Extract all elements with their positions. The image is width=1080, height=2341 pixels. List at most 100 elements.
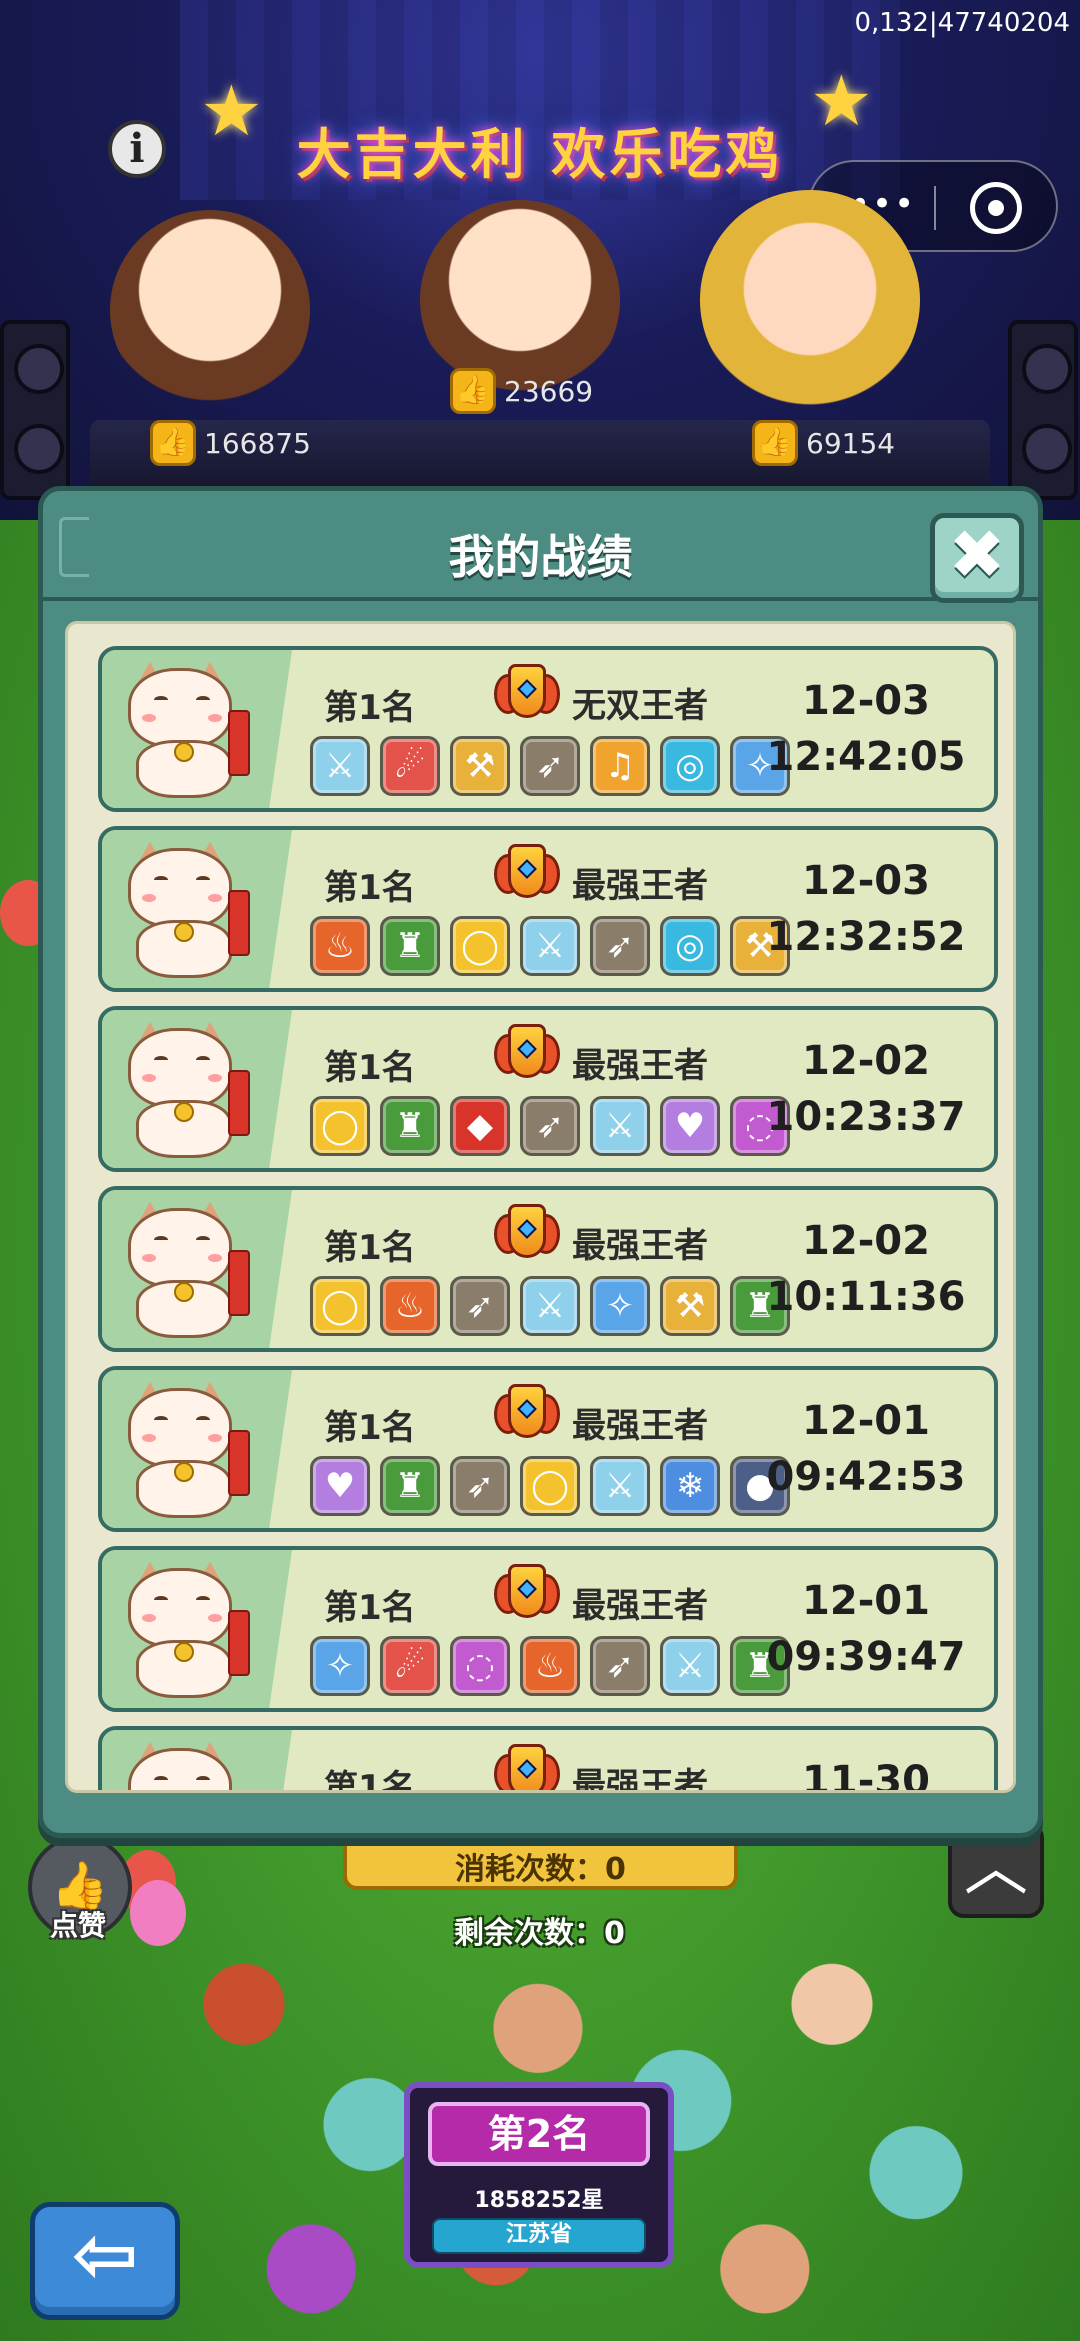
rank-board-province: 江苏省 [432,2218,646,2254]
remaining-count-label: 剩余次数：0 [454,1916,625,1951]
fire-armor-icon: ♨ [310,916,370,976]
record-date: 12-03 [802,678,930,724]
lucky-cat-avatar [116,1202,256,1340]
lucky-cat-avatar [116,1022,256,1160]
like-count: 69154 [806,426,896,460]
crossbow-icon: ➶ [450,1456,510,1516]
meteor-icon: ☄ [380,1636,440,1696]
lucky-cat-avatar [116,1562,256,1700]
crown-badge-icon [494,1740,560,1790]
star-icon: ★ [200,70,263,152]
records-scroll-area[interactable]: 第1名 无双王者 ⚔ ☄ ⚒ ➶ ♫ ◎ ✧ 12-03 12:42:05 第1名 最强王者… [65,621,1016,1793]
hammer-icon: ⚒ [450,736,510,796]
rank-board-stars: 1858252星 [474,2188,604,2213]
balloon [130,1880,186,1946]
record-rank: 第1名 [324,1048,416,1088]
lucky-cat-avatar [116,662,256,800]
rank-board-rank: 第2名 [428,2102,650,2166]
totem-icon: ♜ [380,1456,440,1516]
avatar[interactable] [700,190,920,410]
record-items: ♨ ♜ ◯ ⚔ ➶ ◎ ⚒ [310,916,790,976]
vortex-icon: ◎ [660,916,720,976]
golden-ring-icon: ◯ [520,1456,580,1516]
record-time: 09:42:53 [766,1454,966,1500]
record-items: ◯ ♨ ➶ ⚔ ✧ ⚒ ♜ [310,1276,790,1336]
sword-icon: ⚔ [520,1276,580,1336]
record-time: 12:42:05 [766,734,966,780]
like-count-box: 👍 23669 [450,366,593,416]
record-date: 12-02 [802,1038,930,1084]
dialog-header: 我的战绩 ✖ [43,491,1038,603]
capsule-divider [934,186,936,230]
avatar[interactable] [110,210,310,410]
vortex-icon: ◎ [660,736,720,796]
record-date: 12-02 [802,1218,930,1264]
record-row[interactable]: 第1名 最强王者 ✧ ☄ ◌ ♨ ➶ ⚔ ♜ 12-01 09:39:47 [98,1546,998,1712]
record-rank: 第1名 [324,1228,416,1268]
like-count-box: 👍 166875 [150,418,311,468]
fire-armor-icon: ♨ [380,1276,440,1336]
ice-dragon-icon: ❄ [660,1456,720,1516]
record-row[interactable]: 第1名 无双王者 ⚔ ☄ ⚒ ➶ ♫ ◎ ✧ 12-03 12:42:05 [98,646,998,812]
record-date: 11-30 [802,1758,930,1793]
record-time: 10:23:37 [766,1094,966,1140]
meteor-icon: ☄ [380,736,440,796]
crown-badge-icon [494,1380,560,1446]
close-button[interactable]: ✖ [930,513,1024,603]
record-items: ✧ ☄ ◌ ♨ ➶ ⚔ ♜ [310,1636,790,1696]
record-items: ⚔ ☄ ⚒ ➶ ♫ ◎ ✧ [310,736,790,796]
crossbow-icon: ➶ [450,1276,510,1336]
speaker-left [0,320,70,500]
red-crystal-icon: ◆ [450,1096,510,1156]
close-miniprogram-icon[interactable] [970,182,1022,234]
record-row[interactable]: 第1名 最强王者 ♥ ♜ ➶ ◯ ⚔ ❄ ● 12-01 09:42:53 [98,1366,998,1532]
back-button[interactable]: ⇦ [30,2202,180,2320]
thumbs-up-icon: 👍 [150,420,196,466]
golden-ring-icon: ◯ [450,916,510,976]
rank-board: 第2名 1858252星 江苏省 [404,2082,674,2268]
crossbow-icon: ➶ [520,736,580,796]
lucky-cat-avatar [116,1742,256,1790]
totem-icon: ♜ [380,1096,440,1156]
record-row[interactable]: 第1名 最强王者 ♨ ♜ ◯ ⚔ ➶ ◎ ⚒ 12-03 12:32:52 [98,826,998,992]
my-records-dialog: 我的战绩 ✖ 第1名 无双王者 ⚔ ☄ ⚒ ➶ ♫ ◎ ✧ 12-03 12:42:05 [38,486,1043,1838]
like-count: 23669 [504,374,594,408]
consume-count-bar: 消耗次数：0 [343,1830,738,1890]
pink-ring-icon: ◌ [450,1636,510,1696]
neon-title: 大吉大利 欢乐吃鸡 [296,123,784,186]
heart-spear-icon: ♥ [660,1096,720,1156]
horn-icon: ♫ [590,736,650,796]
arrow-left-icon: ⇦ [71,2208,139,2301]
record-title: 最强王者 [572,1046,708,1086]
record-row[interactable]: 第1名 最强王者 ◯ ♜ ◆ ➶ ⚔ ♥ ◌ 12-02 10:23:37 [98,1006,998,1172]
record-rank: 第1名 [324,1768,416,1793]
crown-badge-icon [494,1560,560,1626]
lucky-cat-avatar [116,842,256,980]
record-row[interactable]: 第1名 最强王者 11-30 [98,1726,998,1793]
sword-icon: ⚔ [590,1096,650,1156]
crossbow-icon: ➶ [590,1636,650,1696]
record-row[interactable]: 第1名 最强王者 ◯ ♨ ➶ ⚔ ✧ ⚒ ♜ 12-02 10:11:36 [98,1186,998,1352]
ice-sword-icon: ✧ [590,1276,650,1336]
record-title: 无双王者 [572,686,708,726]
record-date: 12-03 [802,858,930,904]
golden-ring-icon: ◯ [310,1276,370,1336]
record-items: ♥ ♜ ➶ ◯ ⚔ ❄ ● [310,1456,790,1516]
dialog-title: 我的战绩 [448,530,633,584]
sword-icon: ⚔ [520,916,580,976]
thumbs-up-icon: 👍 [752,420,798,466]
hammer-icon: ⚒ [660,1276,720,1336]
sword-icon: ⚔ [590,1456,650,1516]
record-title: 最强王者 [572,1766,708,1793]
record-time: 09:39:47 [766,1634,966,1680]
totem-icon: ♜ [380,916,440,976]
star-icon: ★ [810,60,873,142]
info-icon[interactable]: i [108,120,166,178]
record-title: 最强王者 [572,1226,708,1266]
close-icon: ✖ [948,516,1006,595]
record-items: ◯ ♜ ◆ ➶ ⚔ ♥ ◌ [310,1096,790,1156]
crown-badge-icon [494,840,560,906]
record-rank: 第1名 [324,1408,416,1448]
like-count: 166875 [204,426,311,460]
debug-text: 0,132|47740204 [854,8,1070,38]
